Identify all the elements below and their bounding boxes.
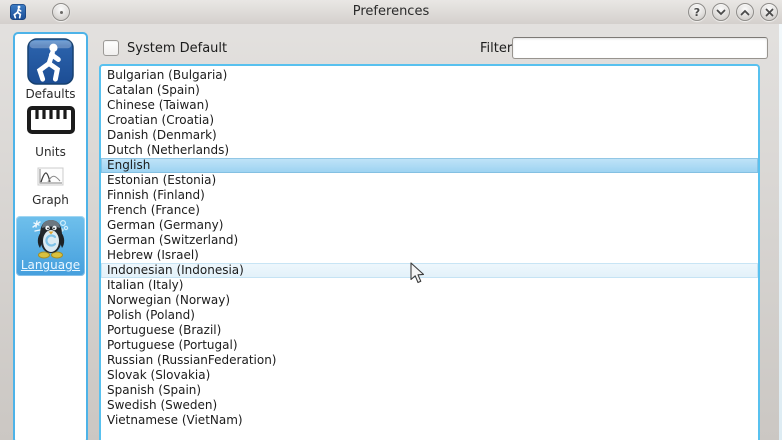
close-icon: [765, 8, 774, 17]
sidebar-category-list: Defaults Units: [13, 32, 88, 440]
maximize-button[interactable]: [736, 3, 754, 21]
list-item-language[interactable]: Indonesian (Indonesia): [101, 263, 758, 278]
chevron-down-icon: [716, 9, 726, 16]
list-item-language[interactable]: Hebrew (Israel): [101, 248, 758, 263]
list-item-language[interactable]: Bulgarian (Bulgaria): [101, 68, 758, 83]
filter-label: Filter: [480, 41, 512, 56]
help-button[interactable]: ?: [688, 3, 706, 21]
sidebar-item-label: Language: [21, 258, 80, 272]
list-item-language[interactable]: Croatian (Croatia): [101, 113, 758, 128]
hiker-icon: [27, 38, 74, 85]
list-item-language[interactable]: Portuguese (Portugal): [101, 338, 758, 353]
ruler-icon: [27, 106, 75, 134]
list-item-language[interactable]: Norwegian (Norway): [101, 293, 758, 308]
list-item-language[interactable]: Estonian (Estonia): [101, 173, 758, 188]
list-item-language[interactable]: Polish (Poland): [101, 308, 758, 323]
list-item-language[interactable]: English: [101, 158, 758, 173]
list-item-language[interactable]: Dutch (Netherlands): [101, 143, 758, 158]
list-item-language[interactable]: Russian (RussianFederation): [101, 353, 758, 368]
minimize-button[interactable]: [712, 3, 730, 21]
penguin-icon: [29, 217, 73, 259]
list-item-language[interactable]: Vietnamese (VietNam): [101, 413, 758, 428]
sidebar-item-graph[interactable]: Graph: [16, 161, 85, 207]
sidebar-item-label: Units: [35, 145, 66, 159]
sidebar-item-defaults[interactable]: Defaults: [16, 37, 85, 101]
list-item-language[interactable]: Spanish (Spain): [101, 383, 758, 398]
list-item-language[interactable]: Slovak (Slovakia): [101, 368, 758, 383]
close-button[interactable]: [760, 3, 778, 21]
list-item-language[interactable]: Catalan (Spain): [101, 83, 758, 98]
list-item-language[interactable]: Italian (Italy): [101, 278, 758, 293]
list-item-language[interactable]: Finnish (Finland): [101, 188, 758, 203]
list-item-language[interactable]: Portuguese (Brazil): [101, 323, 758, 338]
chevron-up-icon: [740, 9, 750, 16]
sidebar-item-label: Graph: [32, 193, 69, 207]
sidebar-item-language[interactable]: Language: [16, 216, 85, 276]
list-item-language[interactable]: French (France): [101, 203, 758, 218]
list-item-language[interactable]: Chinese (Taiwan): [101, 98, 758, 113]
list-item-language[interactable]: Danish (Denmark): [101, 128, 758, 143]
sidebar-item-units[interactable]: Units: [16, 97, 85, 159]
system-default-checkbox[interactable]: [103, 40, 119, 56]
system-default-label[interactable]: System Default: [127, 41, 227, 56]
list-item-language[interactable]: Swedish (Sweden): [101, 398, 758, 413]
help-icon: ?: [694, 6, 700, 19]
window-title: Preferences: [0, 4, 782, 19]
list-item-language[interactable]: German (Switzerland): [101, 233, 758, 248]
graph-icon: [37, 167, 64, 186]
mouse-cursor: [410, 262, 425, 284]
filter-input[interactable]: [512, 37, 768, 59]
language-list: Bulgarian (Bulgaria)Catalan (Spain)Chine…: [99, 64, 760, 440]
list-item-language[interactable]: German (Germany): [101, 218, 758, 233]
titlebar: Preferences ?: [0, 0, 782, 24]
